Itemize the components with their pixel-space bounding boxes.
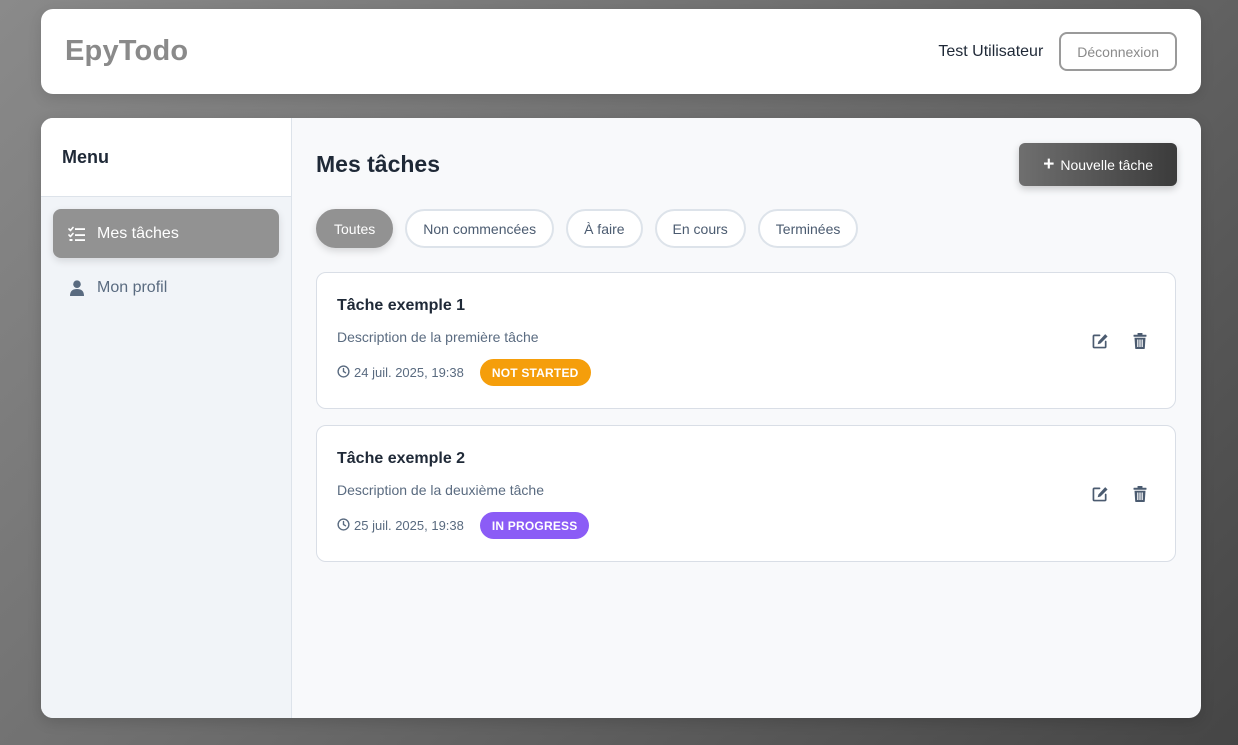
- task-meta: 25 juil. 2025, 19:38 IN PROGRESS: [337, 512, 1155, 539]
- tasks-list-icon: [67, 224, 87, 244]
- sidebar-title: Menu: [62, 146, 109, 167]
- filter-done[interactable]: Terminées: [757, 209, 859, 248]
- task-date-text: 25 juil. 2025, 19:38: [354, 518, 464, 533]
- plus-icon: +: [1043, 154, 1055, 175]
- task-description: Description de la première tâche: [337, 329, 539, 345]
- task-date-text: 24 juil. 2025, 19:38: [354, 365, 464, 380]
- filter-not-started[interactable]: Non commencées: [405, 209, 555, 248]
- task-card[interactable]: Tâche exemple 2 Description de la deuxiè…: [316, 425, 1176, 562]
- status-badge: NOT STARTED: [479, 359, 591, 386]
- brand-logo[interactable]: EpyTodo: [65, 35, 188, 68]
- new-task-label: Nouvelle tâche: [1060, 156, 1153, 173]
- filter-todo[interactable]: À faire: [566, 209, 643, 248]
- app-header: EpyTodo Test Utilisateur Déconnexion: [41, 9, 1201, 94]
- status-badge: IN PROGRESS: [479, 512, 590, 539]
- new-task-button[interactable]: + Nouvelle tâche: [1019, 143, 1177, 186]
- task-description: Description de la deuxième tâche: [337, 482, 545, 498]
- user-name: Test Utilisateur: [938, 42, 1044, 60]
- header-user-area: Test Utilisateur Déconnexion: [938, 32, 1177, 71]
- filter-in-progress[interactable]: En cours: [654, 209, 746, 248]
- clock-icon: [337, 364, 350, 381]
- trash-icon[interactable]: [1130, 331, 1149, 350]
- page-title: Mes tâches: [316, 151, 441, 177]
- task-actions: [1091, 484, 1149, 503]
- trash-icon[interactable]: [1130, 484, 1149, 503]
- task-actions: [1091, 331, 1149, 350]
- main-header: Mes tâches + Nouvelle tâche: [316, 142, 1177, 187]
- task-date: 25 juil. 2025, 19:38: [337, 517, 464, 534]
- sidebar-header: Menu: [41, 118, 291, 197]
- edit-icon[interactable]: [1091, 484, 1110, 503]
- edit-icon[interactable]: [1091, 331, 1110, 350]
- sidebar-nav: Mes tâches Mon profil: [41, 197, 291, 329]
- sidebar-item-profile[interactable]: Mon profil: [53, 263, 279, 312]
- sidebar-item-label: Mes tâches: [97, 224, 179, 242]
- logout-button[interactable]: Déconnexion: [1059, 32, 1177, 71]
- sidebar-item-label: Mon profil: [97, 278, 168, 296]
- user-icon: [67, 278, 87, 298]
- sidebar: Menu Mes tâches Mon profil: [41, 118, 292, 718]
- main-content: Mes tâches + Nouvelle tâche Toutes Non c…: [292, 118, 1201, 718]
- task-title: Tâche exemple 2: [337, 450, 466, 467]
- app-container: Menu Mes tâches Mon profil Mes tâches + …: [41, 118, 1201, 718]
- clock-icon: [337, 517, 350, 534]
- task-list: Tâche exemple 1 Description de la premiè…: [316, 272, 1177, 562]
- task-card[interactable]: Tâche exemple 1 Description de la premiè…: [316, 272, 1176, 409]
- task-meta: 24 juil. 2025, 19:38 NOT STARTED: [337, 359, 1155, 386]
- filter-bar: Toutes Non commencées À faire En cours T…: [316, 209, 1177, 248]
- task-title: Tâche exemple 1: [337, 297, 466, 314]
- sidebar-item-tasks[interactable]: Mes tâches: [53, 209, 279, 258]
- filter-all[interactable]: Toutes: [316, 209, 394, 248]
- task-date: 24 juil. 2025, 19:38: [337, 364, 464, 381]
